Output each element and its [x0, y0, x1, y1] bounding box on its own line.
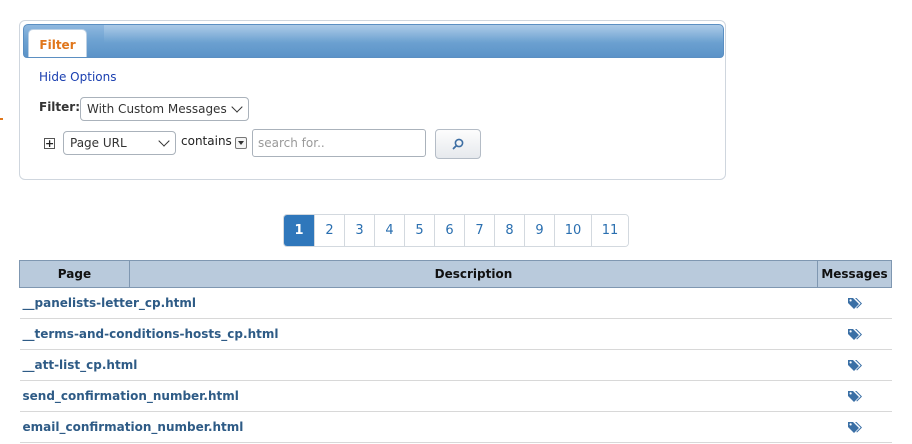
page-cell: __terms-and-conditions-hosts_cp.html	[19, 318, 818, 350]
search-input[interactable]	[252, 129, 426, 157]
page-link[interactable]: __panelists-letter_cp.html	[23, 296, 197, 310]
tags-icon[interactable]	[847, 358, 863, 372]
pagination: 1 2 3 4 5 6 7 8 9 10 11	[283, 214, 629, 247]
tab-filter[interactable]: Filter	[28, 29, 87, 57]
page-button-3[interactable]: 3	[344, 215, 374, 246]
column-header-page[interactable]: Page	[19, 260, 130, 288]
tags-icon[interactable]	[847, 296, 863, 310]
page-cell: send_confirmation_number.html	[19, 380, 818, 412]
edge-marker	[0, 118, 3, 120]
table-row: email_confirmation_number.html	[19, 411, 892, 443]
chevron-down-icon	[231, 101, 243, 113]
page-link[interactable]: send_confirmation_number.html	[23, 389, 239, 403]
table-row: __att-list_cp.html	[19, 349, 892, 381]
filter-select-value: With Custom Messages	[87, 102, 227, 116]
page-cell: email_confirmation_number.html	[19, 411, 818, 443]
hide-options-link[interactable]: Hide Options	[39, 70, 116, 84]
table-row: __panelists-letter_cp.html	[19, 287, 892, 319]
results-table: Page Description Messages __panelists-le…	[19, 260, 892, 443]
page-link[interactable]: __terms-and-conditions-hosts_cp.html	[23, 327, 279, 341]
page-button-9[interactable]: 9	[524, 215, 554, 246]
chevron-down-icon	[158, 135, 170, 147]
messages-cell	[817, 318, 892, 350]
magnifier-icon	[452, 138, 464, 150]
page-button-7[interactable]: 7	[464, 215, 494, 246]
table-row: send_confirmation_number.html	[19, 380, 892, 412]
filter-label: Filter:	[39, 100, 81, 114]
messages-cell	[817, 380, 892, 412]
field-select-value: Page URL	[70, 136, 127, 150]
page-button-11[interactable]: 11	[591, 215, 628, 246]
filter-panel: Filter Hide Options Filter: With Custom …	[19, 20, 726, 180]
tags-icon[interactable]	[847, 420, 863, 434]
search-button[interactable]	[435, 129, 481, 159]
operator-label: contains	[181, 134, 232, 148]
operator-dropdown-icon[interactable]	[235, 137, 247, 149]
table-header-row: Page Description Messages	[19, 260, 892, 288]
tags-icon[interactable]	[847, 389, 863, 403]
page-link[interactable]: __att-list_cp.html	[23, 358, 138, 372]
page-button-8[interactable]: 8	[494, 215, 524, 246]
page-button-10[interactable]: 10	[554, 215, 591, 246]
page-button-6[interactable]: 6	[434, 215, 464, 246]
messages-cell	[817, 349, 892, 381]
page-cell: __att-list_cp.html	[19, 349, 818, 381]
filter-panel-header: Filter	[23, 24, 724, 58]
tags-icon[interactable]	[847, 327, 863, 341]
table-row: __terms-and-conditions-hosts_cp.html	[19, 318, 892, 350]
column-header-messages[interactable]: Messages	[817, 260, 892, 288]
page-cell: __panelists-letter_cp.html	[19, 287, 818, 319]
page-button-5[interactable]: 5	[404, 215, 434, 246]
messages-cell	[817, 287, 892, 319]
messages-cell	[817, 411, 892, 443]
page-button-2[interactable]: 2	[314, 215, 344, 246]
field-select[interactable]: Page URL	[63, 131, 176, 155]
page-button-1[interactable]: 1	[284, 215, 314, 246]
page-button-4[interactable]: 4	[374, 215, 404, 246]
page-link[interactable]: email_confirmation_number.html	[23, 420, 244, 434]
filter-select[interactable]: With Custom Messages	[80, 97, 249, 121]
column-header-description[interactable]: Description	[128, 260, 819, 288]
plus-icon[interactable]: +	[44, 138, 55, 149]
